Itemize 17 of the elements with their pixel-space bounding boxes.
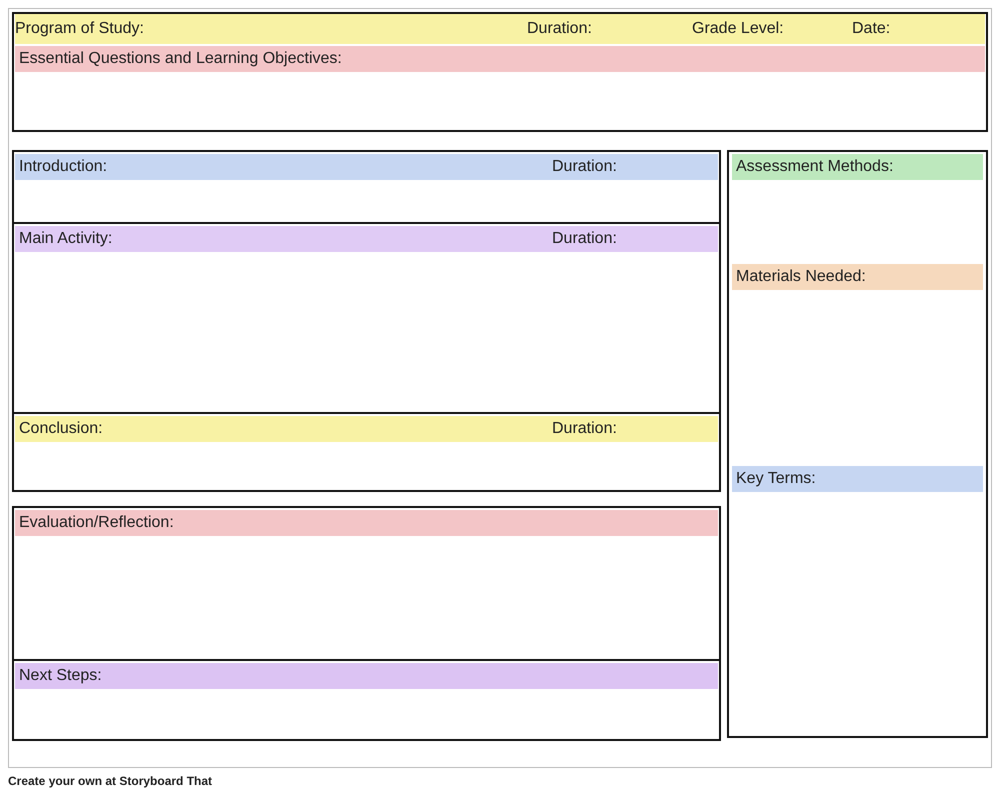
duration-label: Duration:: [551, 158, 618, 176]
section-label: Main Activity:: [18, 230, 112, 248]
field-label: Duration:: [527, 20, 593, 38]
section-label: Conclusion:: [18, 420, 103, 438]
section-label: Materials Needed:: [735, 268, 866, 286]
section-label: Assessment Methods:: [735, 158, 894, 176]
section-label: Evaluation/Reflection:: [18, 514, 174, 532]
section-label: Essential Questions and Learning Objectives:: [18, 50, 342, 68]
duration-label: Duration:: [551, 420, 618, 438]
section-label: Next Steps:: [18, 667, 102, 685]
section-label: Key Terms:: [735, 470, 816, 488]
field-label: Grade Level:: [692, 20, 785, 38]
field-label: Program of Study:: [15, 20, 145, 38]
field-label: Date:: [852, 20, 890, 38]
duration-label: Duration:: [551, 230, 618, 248]
section-label: Introduction:: [18, 158, 108, 176]
footer-text: Create your own at Storyboard That: [8, 774, 214, 788]
